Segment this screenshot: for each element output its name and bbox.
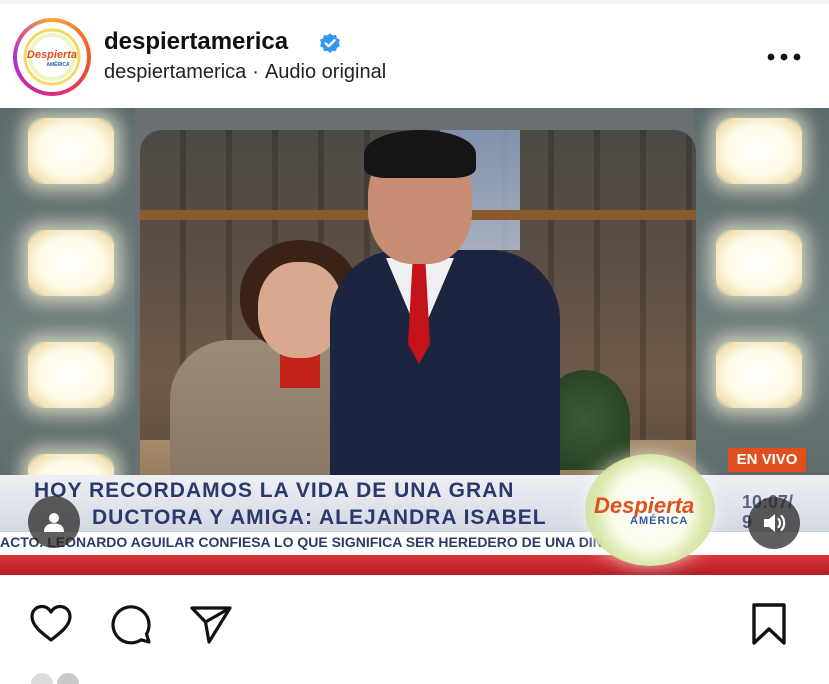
subtitle-separator: ·: [252, 61, 259, 83]
audio-label[interactable]: Audio original: [265, 61, 386, 83]
headline-line-2: DUCTORA Y AMIGA: ALEJANDRA ISABEL: [92, 506, 547, 529]
tagged-users-button[interactable]: [28, 496, 80, 548]
film-hole: [28, 230, 114, 296]
film-hole: [28, 342, 114, 408]
video-player[interactable]: HOY RECORDAMOS LA VIDA DE UNA GRAN DUCTO…: [0, 108, 829, 575]
avatar[interactable]: Despierta AMÉRICA: [13, 18, 91, 96]
svg-text:Despierta: Despierta: [27, 49, 77, 61]
heart-icon[interactable]: [28, 601, 74, 647]
avatar-inner: Despierta AMÉRICA: [17, 22, 87, 92]
post-header: Despierta AMÉRICA despiertamerica despie…: [0, 4, 829, 108]
svg-text:AMÉRICA: AMÉRICA: [46, 60, 70, 68]
post-actions-bar: [0, 575, 829, 676]
film-hole: [716, 342, 802, 408]
sound-on-icon: [764, 514, 786, 532]
comment-icon[interactable]: [108, 601, 154, 647]
liked-by-avatars: [29, 671, 81, 684]
more-horizontal-icon[interactable]: [766, 50, 802, 64]
man-hair: [364, 130, 476, 178]
ticker-red-bar: [0, 555, 829, 575]
post-subtitle: despiertamerica · Audio original: [104, 61, 386, 84]
film-hole: [716, 118, 802, 184]
post-username[interactable]: despiertamerica: [104, 28, 288, 56]
live-badge: EN VIVO: [728, 448, 806, 472]
brand-logo-icon: Despierta AMÉRICA: [23, 28, 81, 86]
show-logo-sub: AMÉRICA: [630, 515, 689, 527]
send-icon[interactable]: [188, 601, 234, 647]
bookmark-icon[interactable]: [746, 601, 792, 647]
sound-toggle-button[interactable]: [748, 497, 800, 549]
user-tag-icon: [44, 513, 64, 532]
subtitle-username[interactable]: despiertamerica: [104, 61, 246, 83]
film-hole: [28, 118, 114, 184]
verified-badge-icon: [320, 33, 340, 53]
headline-line-1: HOY RECORDAMOS LA VIDA DE UNA GRAN: [34, 479, 515, 502]
film-hole: [716, 230, 802, 296]
ticker-text: ACTO. LEONARDO AGUILAR CONFIESA LO QUE S…: [0, 534, 613, 550]
